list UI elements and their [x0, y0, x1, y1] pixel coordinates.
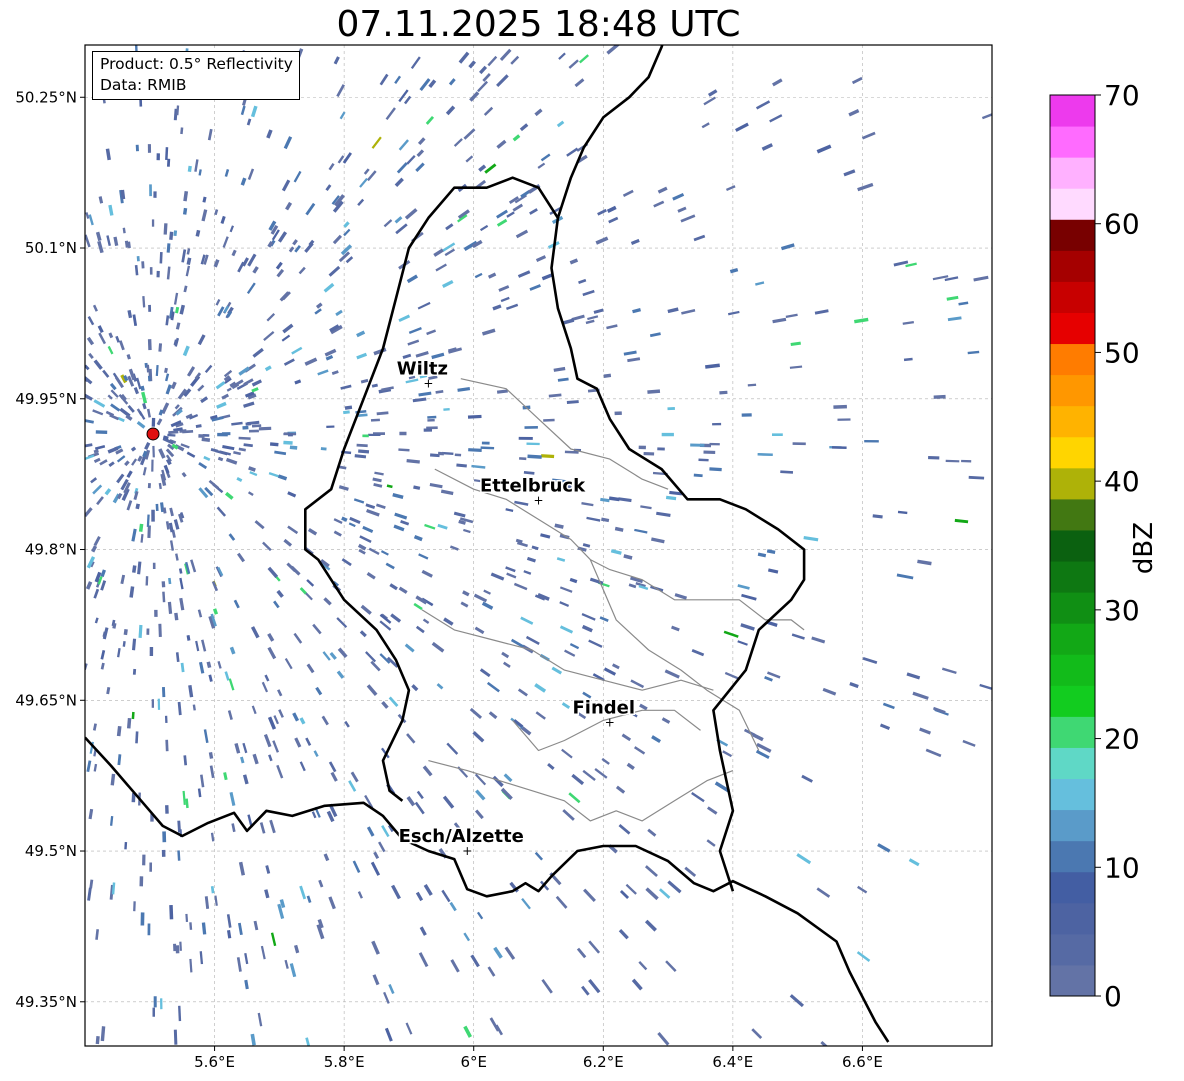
colorbar-tick-label: 40: [1104, 465, 1140, 498]
colorbar-segment: [1050, 312, 1095, 345]
colorbar-tick-label: 70: [1104, 79, 1140, 112]
colorbar-segment: [1050, 561, 1095, 593]
colorbar-tick-label: 30: [1104, 594, 1140, 627]
lon-tick-label: 6.4°E: [712, 1053, 753, 1071]
radar-site-marker: [146, 427, 160, 441]
colorbar-segment: [1050, 250, 1095, 282]
colorbar-segment: [1050, 778, 1095, 811]
colorbar-segment: [1050, 685, 1095, 717]
lat-tick-label: 50.25°N: [15, 88, 77, 106]
colorbar-segment: [1050, 281, 1095, 313]
lon-tick-label: 6.2°E: [583, 1053, 624, 1071]
colorbar-segment: [1050, 592, 1095, 624]
colorbar-segment: [1050, 716, 1095, 748]
colorbar-segment: [1050, 529, 1095, 562]
product-info-box: Product: 0.5° Reflectivity Data: RMIB: [92, 51, 300, 100]
colorbar-segment: [1050, 95, 1095, 127]
colorbar-segment: [1050, 467, 1095, 500]
lat-tick-label: 49.95°N: [15, 390, 77, 408]
colorbar-segment: [1050, 374, 1095, 407]
colorbar-segment: [1050, 933, 1095, 966]
colorbar-segment: [1050, 405, 1095, 438]
colorbar-segment: [1050, 871, 1095, 904]
product-label: Product: 0.5° Reflectivity: [100, 55, 293, 73]
lat-tick-label: 50.1°N: [25, 239, 77, 257]
lon-tick-label: 6.6°E: [842, 1053, 883, 1071]
city-label: Esch/Alzette: [399, 826, 524, 847]
colorbar-tick-label: 50: [1104, 336, 1140, 369]
lon-tick-label: 5.8°E: [324, 1053, 365, 1071]
colorbar-segment: [1050, 126, 1095, 158]
colorbar-segment: [1050, 157, 1095, 189]
colorbar-segment: [1050, 747, 1095, 780]
colorbar-segment: [1050, 188, 1095, 220]
lat-tick-label: 49.65°N: [15, 691, 77, 709]
colorbar-tick-label: 0: [1104, 980, 1122, 1013]
latitude-axis: 50.25°N 50.1°N 49.95°N 49.8°N 49.65°N 49.5°N 4…: [15, 88, 85, 1011]
colorbar-segment: [1050, 840, 1095, 873]
colorbar-segment: [1050, 902, 1095, 935]
lon-tick-label: 6°E: [460, 1053, 487, 1071]
colorbar-segment: [1050, 809, 1095, 842]
lon-tick-label: 5.6°E: [194, 1053, 235, 1071]
city-label: Findel: [572, 697, 635, 718]
radar-site-dot: [146, 427, 160, 441]
colorbar-tick-label: 10: [1104, 851, 1140, 884]
data-source-label: Data: RMIB: [100, 76, 187, 94]
radar-map-figure: +Wiltz+Ettelbruck+Findel+Esch/Alzette 5.…: [15, 44, 1140, 1071]
colorbar-tick-label: 20: [1104, 723, 1140, 756]
lat-tick-label: 49.8°N: [25, 541, 77, 559]
colorbar-label: dBZ: [1129, 521, 1159, 575]
colorbar-segment: [1050, 498, 1095, 531]
colorbar-segment: [1050, 964, 1095, 997]
map-background: [85, 45, 992, 1046]
colorbar-segment: [1050, 654, 1095, 686]
colorbar-segment: [1050, 219, 1095, 251]
colorbar-segment: [1050, 343, 1095, 376]
colorbar-segment: [1050, 436, 1095, 469]
city-label: Ettelbruck: [480, 475, 586, 496]
colorbar: 0 10 20 30 40 50 60 70: [1049, 79, 1140, 1013]
city-label: Wiltz: [397, 359, 448, 380]
colorbar-tick-label: 60: [1104, 208, 1140, 241]
colorbar-segment: [1050, 623, 1095, 655]
lat-tick-label: 49.5°N: [25, 842, 77, 860]
longitude-axis: 5.6°E 5.8°E 6°E 6.2°E 6.4°E 6.6°E: [194, 1046, 883, 1071]
lat-tick-label: 49.35°N: [15, 993, 77, 1011]
